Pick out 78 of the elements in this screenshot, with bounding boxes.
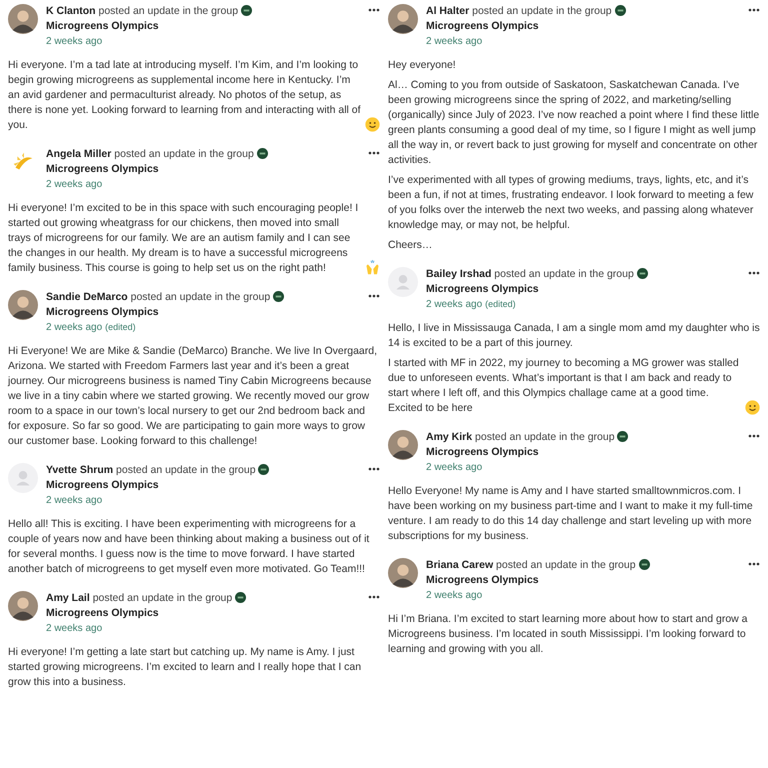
post-time: 2 weeks ago	[46, 35, 102, 49]
group-name[interactable]: Microgreens Olympics	[46, 479, 159, 491]
post-text: Cheers…	[388, 238, 432, 253]
more-options-icon[interactable]	[748, 562, 760, 566]
post-time: 2 weeks ago	[426, 461, 482, 475]
more-options-icon[interactable]	[368, 467, 380, 471]
post-action-text: posted an update in the group	[114, 148, 254, 160]
group-name[interactable]: Microgreens Olympics	[46, 20, 159, 32]
more-options-icon[interactable]	[368, 595, 380, 599]
post-text: Hello Everyone! My name is Amy and I have started smalltownmicros.com. I have been working on my business part-time and I want to make it my full-time venture. I am ready to do this 14 day challenge and start leveling up with more subscriptions for my business.	[388, 484, 754, 544]
avatar[interactable]	[8, 4, 38, 34]
avatar[interactable]	[8, 591, 38, 621]
group-icon	[258, 464, 270, 475]
post-time: 2 weeks ago	[46, 178, 102, 192]
smiley-icon	[365, 117, 380, 132]
post-time: 2 weeks ago	[426, 589, 482, 603]
post-action-text: posted an update in the group	[98, 5, 238, 17]
post-text: Hello, I live in Mississauga Canada, I am a single mom amd my daughter who is 14 is excited to be a part of this journey.	[388, 321, 760, 351]
author-name[interactable]: Angela Miller	[46, 148, 112, 160]
avatar[interactable]	[388, 4, 418, 34]
more-options-icon[interactable]	[368, 294, 380, 298]
group-name[interactable]: Microgreens Olympics	[426, 283, 539, 295]
group-icon	[614, 5, 626, 16]
post-action-text: posted an update in the group	[496, 559, 636, 571]
post-action-text: posted an update in the group	[475, 431, 615, 443]
author-name[interactable]: Bailey Irshad	[426, 268, 492, 280]
author-name[interactable]: Al Halter	[426, 5, 470, 17]
post-action-text: posted an update in the group	[92, 592, 232, 604]
post-action-text: posted an update in the group	[494, 268, 634, 280]
post-text: I started with MF in 2022, my journey to becoming a MG grower was stalled due to unforeseen events. What’s important is that I am back and ready to start where I left off, and this Olympics challage came at a good time. Excited to be here	[388, 356, 740, 416]
group-icon	[638, 559, 650, 570]
group-name[interactable]: Microgreens Olympics	[46, 163, 159, 175]
author-name[interactable]: Briana Carew	[426, 559, 494, 571]
group-name[interactable]: Microgreens Olympics	[46, 607, 159, 619]
post-text: Hey everyone!	[388, 58, 456, 73]
post-time: 2 weeks ago	[46, 622, 102, 636]
author-name[interactable]: Yvette Shrum	[46, 464, 114, 476]
post-text: Hi I’m Briana. I’m excited to start learning more about how to start and grow a Microgreens business. I’m located in south Mississippi. I’m looking forward to learning and growing with you all.	[388, 612, 748, 657]
group-icon	[636, 268, 648, 279]
more-options-icon[interactable]	[748, 271, 760, 275]
group-name[interactable]: Microgreens Olympics	[426, 20, 539, 32]
more-options-icon[interactable]	[748, 434, 760, 438]
group-icon	[235, 592, 246, 603]
post-text: Al… Coming to you from outside of Saskatoon, Saskatchewan Canada. I’ve been growing microgreens since the spring of 2022, and marketing/selling (organically) since July of 2023. I’ve now reached a point where I find these little green plants consuming a good deal of my time, so I figure I might as well jump all the way in, or revert back to just growing for myself and concentrate on other activities.	[388, 78, 760, 168]
avatar[interactable]	[388, 430, 418, 460]
author-name[interactable]: Amy Lail	[46, 592, 90, 604]
author-name[interactable]: Sandie DeMarco	[46, 291, 128, 303]
more-options-icon[interactable]	[748, 8, 760, 12]
post-time: 2 weeks ago	[426, 298, 482, 312]
more-options-icon[interactable]	[368, 8, 380, 12]
smiley-icon	[745, 400, 760, 415]
author-name[interactable]: K Clanton	[46, 5, 96, 17]
avatar[interactable]	[8, 290, 38, 320]
post-text: Hi Everyone! We are Mike & Sandie (DeMarco) Branche. We live In Overgaard, Arizona. We started with Freedom Farmers last year and it’s been a great journey. Our microgreens business is named Tiny Cabin Microgreens because we live in a tiny cabin where we started growing. We recently moved our grow room to a space in our town’s local nursery to get our 2nd bedroom back and for exposure. So far so good. We are participating to gain more ways to grow our customer base. Looking forward to this challenge!	[8, 344, 378, 449]
group-icon	[273, 291, 284, 302]
group-name[interactable]: Microgreens Olympics	[426, 446, 539, 458]
post-time: 2 weeks ago	[426, 35, 482, 49]
more-options-icon[interactable]	[368, 151, 380, 155]
post-action-text: posted an update in the group	[116, 464, 256, 476]
avatar[interactable]	[388, 558, 418, 588]
group-icon	[256, 148, 268, 159]
raised-hands-icon	[365, 260, 380, 275]
group-icon	[240, 5, 252, 16]
group-name[interactable]: Microgreens Olympics	[46, 306, 159, 318]
post-text: Hi everyone! I’m getting a late start but catching up. My name is Amy. I just started growing microgreens. I’m excited to learn and I really hope that I can grow this into a business.	[8, 645, 362, 690]
author-name[interactable]: Amy Kirk	[426, 431, 472, 443]
group-icon	[617, 431, 628, 442]
post-text: I’ve experimented with all types of growing mediums, trays, lights, etc, and it’s been a fun, if not at times, frustrating endeavor. I look forward to meeting a few of you folks over the interweb the next two weeks, and passing along whatever knowledge may, or may not, be helpful.	[388, 173, 754, 233]
post-time: 2 weeks ago	[46, 321, 102, 335]
post-action-text: posted an update in the group	[472, 5, 612, 17]
post-action-text: posted an update in the group	[130, 291, 270, 303]
post-text: Hello all! This is exciting. I have been experimenting with microgreens for a couple of years now and have been thinking about making a business out of it for several months. I guess now is the time to move forward. I have started another batch of microgreens to get myself even more motivated. Go Team!!!	[8, 517, 370, 577]
post-text: Hi everyone! I’m excited to be in this space with such encouraging people! I started out growing wheatgrass for our chickens, then moved into small trays of microgreens for our family. We are an autism family and I can see the changes in our health. My dream is to have a successful microgreens family business. This course is going to help set us on the right path!	[8, 201, 360, 276]
edited-label: (edited)	[105, 321, 136, 334]
post-text: Hi everyone. I’m a tad late at introducing myself. I’m Kim, and I’m looking to begin growing microgreens as supplemental income here in Kentucky. I’m an avid gardener and permaculturist already. No photos of the setup, as there is none yet. Looking forward to learning from and interacting with all of you.	[8, 58, 361, 133]
group-name[interactable]: Microgreens Olympics	[426, 574, 539, 586]
edited-label: (edited)	[485, 298, 516, 311]
post-time: 2 weeks ago	[46, 494, 102, 508]
